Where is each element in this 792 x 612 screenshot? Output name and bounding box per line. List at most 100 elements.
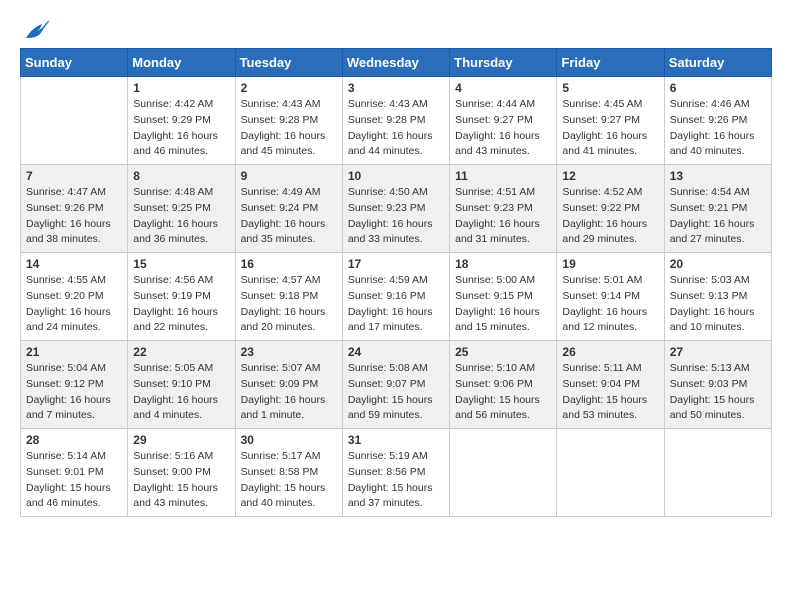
day-number: 30 (241, 433, 337, 447)
day-number: 31 (348, 433, 444, 447)
day-info-line: Sunrise: 4:51 AM (455, 185, 551, 201)
day-info-line: and 44 minutes. (348, 144, 444, 160)
day-info-line: Sunrise: 5:13 AM (670, 361, 766, 377)
day-info-line: Sunrise: 4:56 AM (133, 273, 229, 289)
day-info-line: and 17 minutes. (348, 320, 444, 336)
day-info: Sunrise: 5:14 AMSunset: 9:01 PMDaylight:… (26, 449, 122, 512)
day-number: 4 (455, 81, 551, 95)
day-info-line: Daylight: 16 hours (26, 305, 122, 321)
day-info-line: and 31 minutes. (455, 232, 551, 248)
day-info-line: Sunset: 9:25 PM (133, 201, 229, 217)
day-info-line: Sunrise: 5:10 AM (455, 361, 551, 377)
day-info-line: Daylight: 16 hours (26, 393, 122, 409)
day-info-line: Daylight: 16 hours (241, 217, 337, 233)
calendar-cell: 5Sunrise: 4:45 AMSunset: 9:27 PMDaylight… (557, 77, 664, 165)
day-info: Sunrise: 5:01 AMSunset: 9:14 PMDaylight:… (562, 273, 658, 336)
calendar-cell: 12 Sunrise: 4:52 AMSunset: 9:22 PMDayligh… (557, 165, 664, 253)
day-info: Sunrise: 4:48 AMSunset: 9:25 PMDaylight:… (133, 185, 229, 248)
day-info: Sunrise: 4:57 AMSunset: 9:18 PMDaylight:… (241, 273, 337, 336)
day-info-line: Daylight: 15 hours (133, 481, 229, 497)
day-info-line: Daylight: 16 hours (670, 305, 766, 321)
day-info-line: Sunrise: 5:11 AM (562, 361, 658, 377)
day-info-line: and 35 minutes. (241, 232, 337, 248)
day-info-line: Sunset: 9:24 PM (241, 201, 337, 217)
day-info-line: Daylight: 16 hours (562, 129, 658, 145)
day-info-line: Sunset: 9:16 PM (348, 289, 444, 305)
calendar-cell: 2Sunrise: 4:43 AMSunset: 9:28 PMDaylight… (235, 77, 342, 165)
day-info-line: Sunrise: 4:46 AM (670, 97, 766, 113)
day-info: Sunrise: 4:49 AMSunset: 9:24 PMDaylight:… (241, 185, 337, 248)
day-info-line: Sunset: 9:23 PM (348, 201, 444, 217)
day-number: 11 (455, 169, 551, 183)
day-info-line: Daylight: 15 hours (241, 481, 337, 497)
day-number: 20 (670, 257, 766, 271)
day-info-line: Sunrise: 4:57 AM (241, 273, 337, 289)
day-info-line: and 40 minutes. (241, 496, 337, 512)
calendar-cell: 26Sunrise: 5:11 AMSunset: 9:04 PMDayligh… (557, 341, 664, 429)
calendar-cell: 18Sunrise: 5:00 AMSunset: 9:15 PMDayligh… (450, 253, 557, 341)
day-info-line: Sunset: 9:26 PM (670, 113, 766, 129)
day-info-line: and 40 minutes. (670, 144, 766, 160)
day-info-line: Sunset: 9:19 PM (133, 289, 229, 305)
day-info-line: Sunset: 9:28 PM (348, 113, 444, 129)
day-info-line: Sunset: 9:22 PM (562, 201, 658, 217)
day-info-line: Sunrise: 4:52 AM (562, 185, 658, 201)
day-number: 13 (670, 169, 766, 183)
day-info-line: Sunrise: 4:43 AM (241, 97, 337, 113)
day-info-line: Daylight: 15 hours (455, 393, 551, 409)
day-info-line: Sunrise: 5:05 AM (133, 361, 229, 377)
day-info-line: Sunset: 9:15 PM (455, 289, 551, 305)
day-info-line: Sunset: 9:14 PM (562, 289, 658, 305)
day-info-line: Sunset: 8:58 PM (241, 465, 337, 481)
day-info-line: Sunrise: 5:16 AM (133, 449, 229, 465)
day-info: Sunrise: 4:47 AMSunset: 9:26 PMDaylight:… (26, 185, 122, 248)
header-day-friday: Friday (557, 49, 664, 77)
day-info-line: Daylight: 16 hours (562, 305, 658, 321)
day-info-line: Sunrise: 5:14 AM (26, 449, 122, 465)
day-info: Sunrise: 4:52 AMSunset: 9:22 PMDaylight:… (562, 185, 658, 248)
day-number: 24 (348, 345, 444, 359)
day-info-line: Sunrise: 5:01 AM (562, 273, 658, 289)
day-number: 8 (133, 169, 229, 183)
day-info-line: Sunrise: 4:45 AM (562, 97, 658, 113)
day-info: Sunrise: 5:10 AMSunset: 9:06 PMDaylight:… (455, 361, 551, 424)
header-day-saturday: Saturday (664, 49, 771, 77)
calendar-cell (450, 429, 557, 517)
day-number: 14 (26, 257, 122, 271)
header (20, 20, 772, 38)
calendar-cell: 13Sunrise: 4:54 AMSunset: 9:21 PMDayligh… (664, 165, 771, 253)
day-info-line: and 59 minutes. (348, 408, 444, 424)
calendar-cell: 15Sunrise: 4:56 AMSunset: 9:19 PMDayligh… (128, 253, 235, 341)
day-number: 16 (241, 257, 337, 271)
day-info-line: Sunrise: 5:07 AM (241, 361, 337, 377)
header-row: SundayMondayTuesdayWednesdayThursdayFrid… (21, 49, 772, 77)
header-day-monday: Monday (128, 49, 235, 77)
week-row-3: 14Sunrise: 4:55 AMSunset: 9:20 PMDayligh… (21, 253, 772, 341)
day-info-line: Sunset: 9:12 PM (26, 377, 122, 393)
calendar-cell: 23Sunrise: 5:07 AMSunset: 9:09 PMDayligh… (235, 341, 342, 429)
day-info-line: and 37 minutes. (348, 496, 444, 512)
day-info-line: Daylight: 16 hours (241, 129, 337, 145)
day-info: Sunrise: 5:11 AMSunset: 9:04 PMDaylight:… (562, 361, 658, 424)
day-info-line: Daylight: 15 hours (562, 393, 658, 409)
day-number: 12 (562, 169, 658, 183)
day-info-line: and 24 minutes. (26, 320, 122, 336)
day-info-line: Sunrise: 5:00 AM (455, 273, 551, 289)
day-info-line: Daylight: 16 hours (241, 305, 337, 321)
calendar-cell (21, 77, 128, 165)
day-info-line: Sunset: 9:26 PM (26, 201, 122, 217)
calendar-cell: 30Sunrise: 5:17 AMSunset: 8:58 PMDayligh… (235, 429, 342, 517)
calendar-cell: 14Sunrise: 4:55 AMSunset: 9:20 PMDayligh… (21, 253, 128, 341)
day-info-line: and 10 minutes. (670, 320, 766, 336)
day-info-line: and 45 minutes. (241, 144, 337, 160)
day-info-line: Sunset: 9:18 PM (241, 289, 337, 305)
day-number: 28 (26, 433, 122, 447)
day-number: 27 (670, 345, 766, 359)
day-number: 23 (241, 345, 337, 359)
day-info: Sunrise: 5:16 AMSunset: 9:00 PMDaylight:… (133, 449, 229, 512)
day-info-line: Sunset: 9:06 PM (455, 377, 551, 393)
day-info-line: Daylight: 16 hours (455, 129, 551, 145)
day-info-line: Daylight: 16 hours (348, 217, 444, 233)
day-info-line: Daylight: 16 hours (133, 217, 229, 233)
day-info-line: Sunrise: 4:42 AM (133, 97, 229, 113)
